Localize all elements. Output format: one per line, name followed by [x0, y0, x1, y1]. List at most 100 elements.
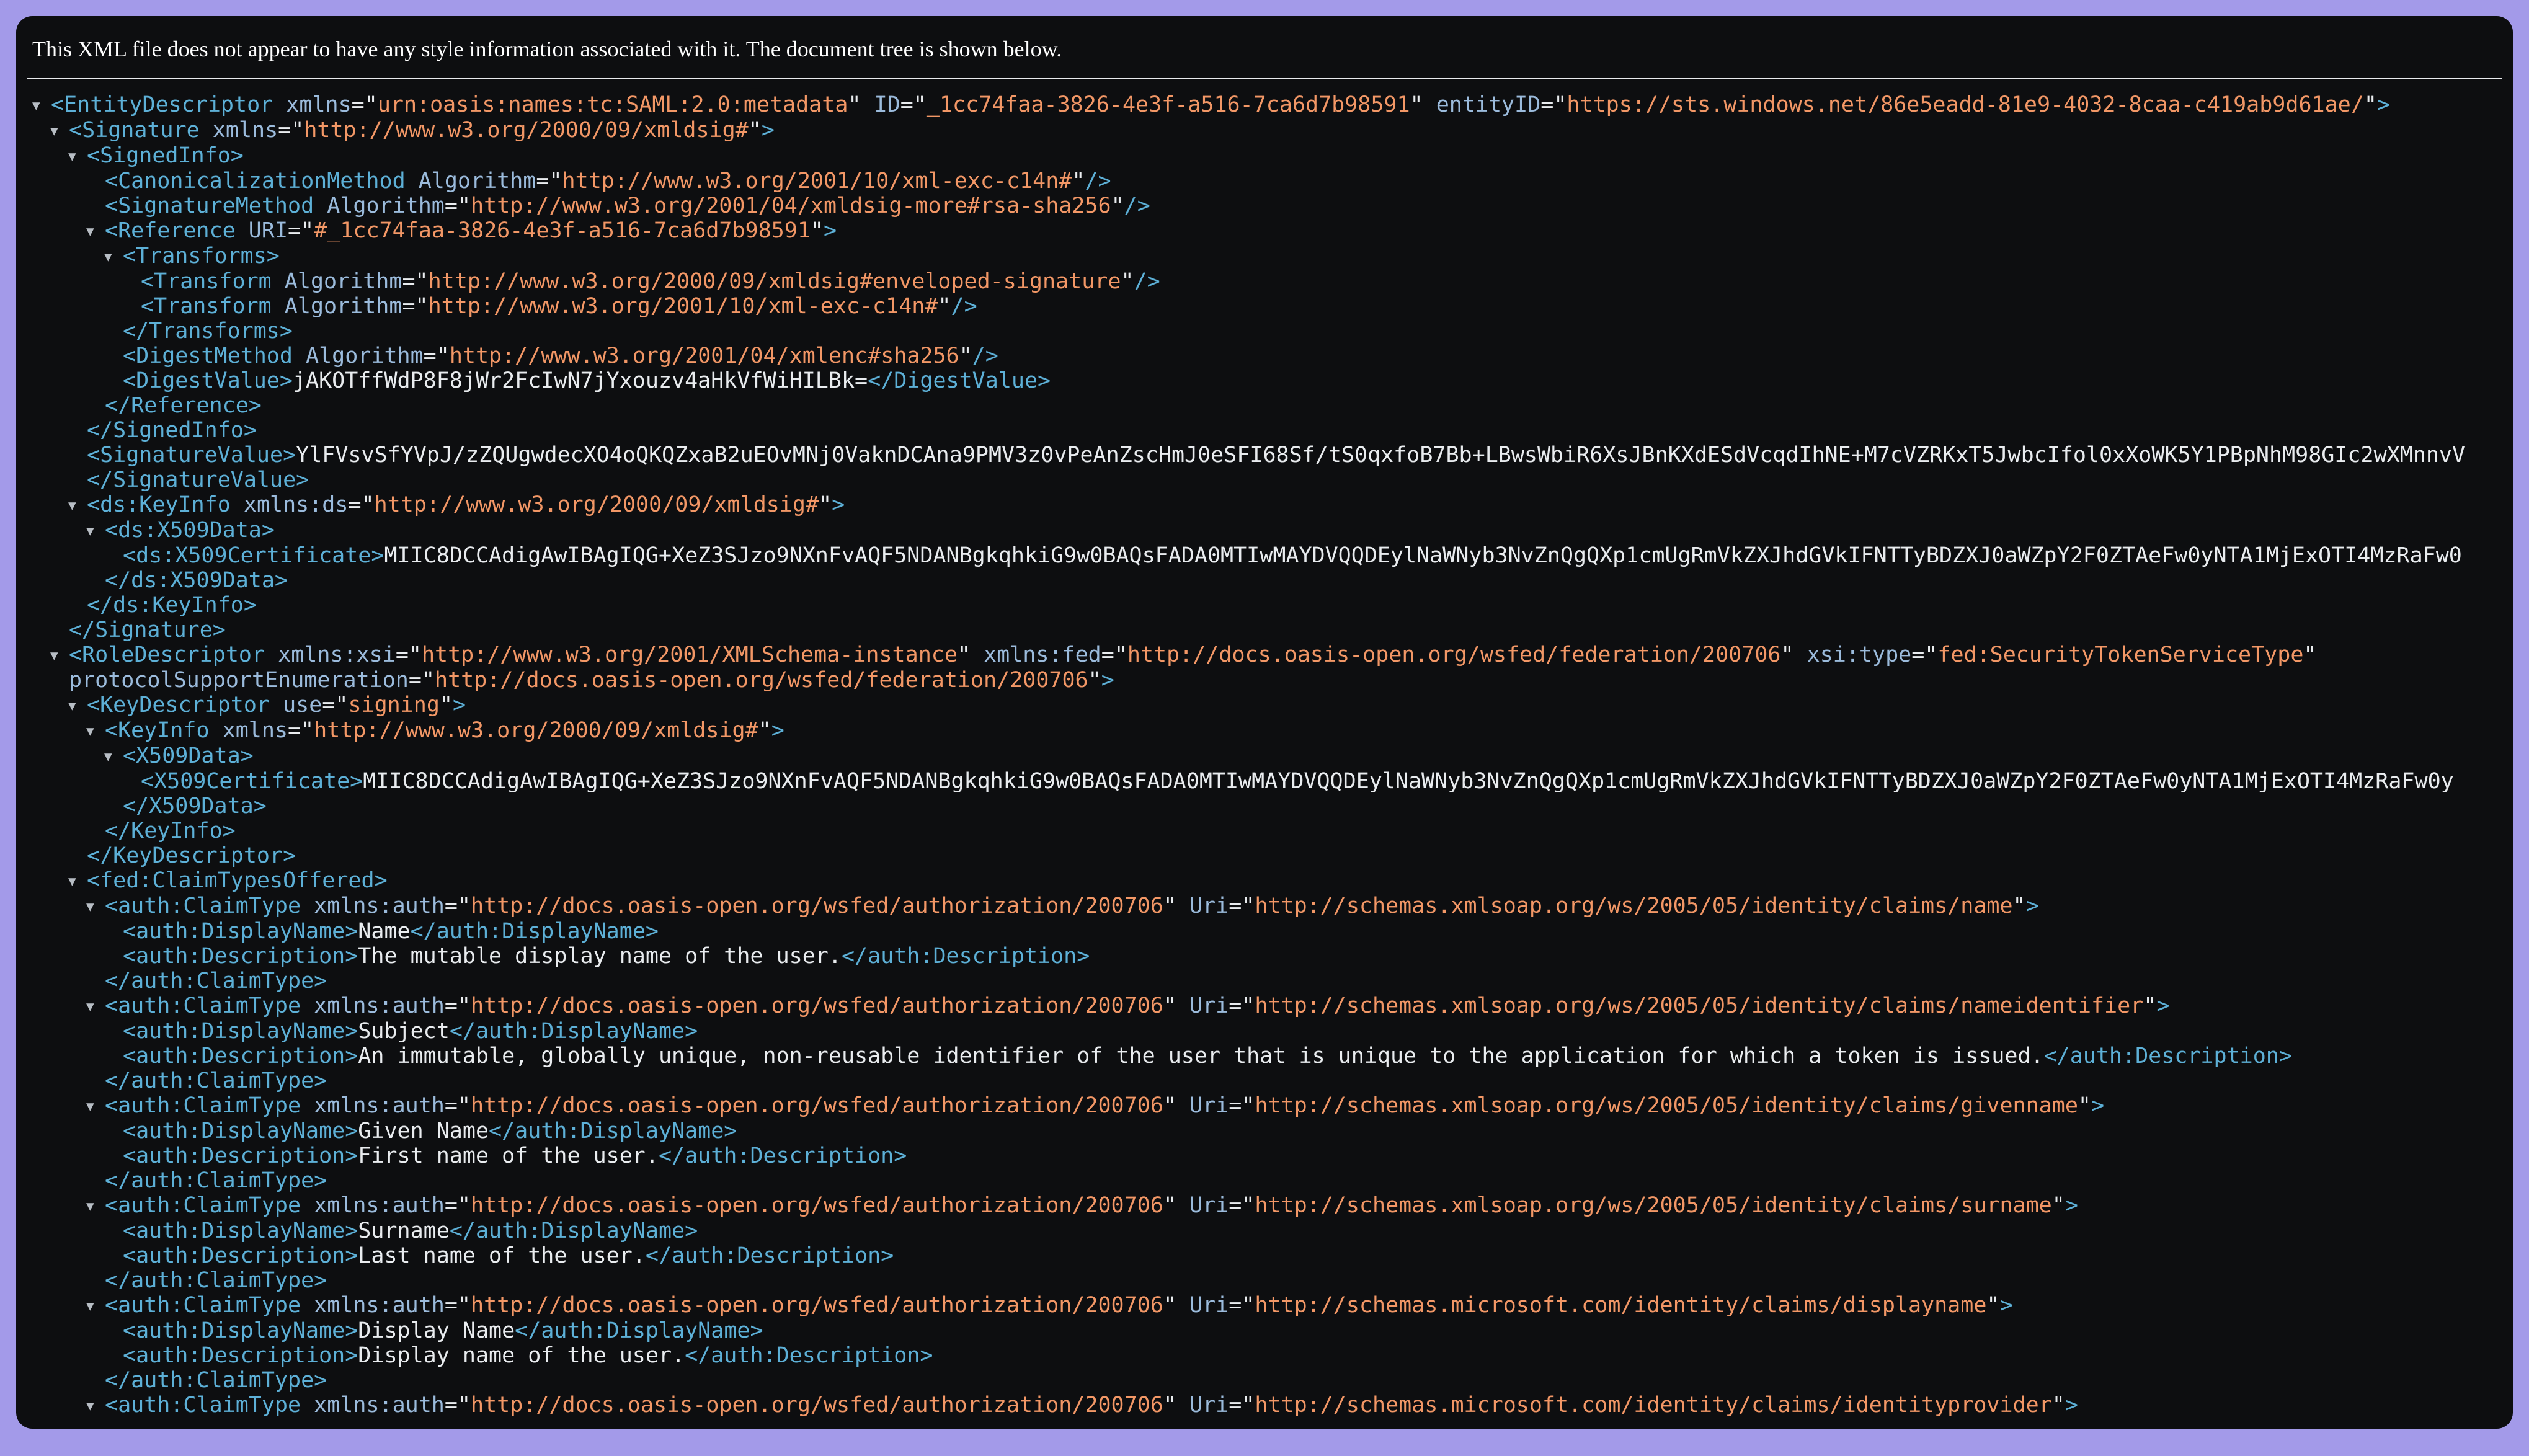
xml-attribute-value: http://www.w3.org/2000/09/xmldsig# — [304, 118, 748, 143]
xml-attribute-value: http://docs.oasis-open.org/wsfed/authori… — [471, 1193, 1163, 1218]
xml-attribute-value: http://www.w3.org/2001/10/xml-exc-c14n# — [562, 169, 1072, 193]
xml-punctuation: =" — [322, 693, 348, 717]
collapse-arrow-icon[interactable]: ▼ — [86, 994, 105, 1019]
xml-tag: <Transform — [141, 269, 285, 294]
xml-line: <auth:DisplayName>Given Name</auth:Displ… — [32, 1119, 2513, 1143]
xml-tag: </auth:Description> — [685, 1343, 933, 1368]
xml-attribute-value: http://docs.oasis-open.org/wsfed/authori… — [471, 1393, 1163, 1418]
xml-punctuation: " — [1163, 993, 1189, 1018]
xml-tag: </ds:KeyInfo> — [87, 593, 257, 618]
collapse-arrow-icon[interactable]: ▼ — [86, 518, 105, 543]
xml-punctuation: " — [1780, 642, 1807, 667]
xml-punctuation: =" — [1229, 1293, 1255, 1318]
collapse-arrow-icon[interactable]: ▼ — [86, 1194, 105, 1219]
xml-line: </ds:KeyInfo> — [32, 593, 2513, 618]
xml-viewer-header: This XML file does not appear to have an… — [16, 16, 2513, 63]
xml-line: </Signature> — [32, 618, 2513, 642]
no-style-message: This XML file does not appear to have an… — [32, 37, 1062, 61]
collapse-arrow-icon[interactable]: ▼ — [104, 744, 123, 769]
xml-tree[interactable]: ▼<EntityDescriptor xmlns="urn:oasis:name… — [16, 79, 2513, 1418]
xml-attribute-value: http://www.w3.org/2000/09/xmldsig# — [375, 492, 819, 517]
xml-punctuation: =" — [402, 294, 428, 319]
collapse-arrow-icon[interactable]: ▼ — [68, 869, 87, 894]
collapse-arrow-icon[interactable]: ▼ — [32, 93, 51, 118]
xml-attribute-value: http://docs.oasis-open.org/wsfed/federat… — [1127, 642, 1781, 667]
xml-attribute-name: URI — [249, 218, 288, 243]
collapse-arrow-icon[interactable]: ▼ — [86, 1393, 105, 1418]
xml-attribute-name: Algorithm — [285, 269, 402, 294]
xml-line: <DigestValue>jAKOTffWdP8F8jWr2FcIwN7jYxo… — [32, 368, 2513, 393]
xml-tag: > — [2065, 1393, 2078, 1418]
xml-tag: <X509Data> — [123, 744, 254, 768]
collapse-arrow-icon[interactable]: ▼ — [50, 118, 69, 143]
xml-line: ▼<Transforms> — [32, 244, 2513, 269]
collapse-arrow-icon[interactable]: ▼ — [104, 244, 123, 269]
xml-attribute-name: ID — [874, 92, 900, 117]
xml-line: </auth:ClaimType> — [32, 1168, 2513, 1193]
xml-tag: <auth:Description> — [123, 1343, 358, 1368]
collapse-arrow-icon[interactable]: ▼ — [50, 643, 69, 668]
xml-tag: <KeyDescriptor — [87, 693, 283, 717]
collapse-arrow-icon[interactable]: ▼ — [86, 1294, 105, 1318]
xml-attribute-value: https://sts.windows.net/86e5eadd-81e9-40… — [1567, 92, 2363, 117]
xml-text: The mutable display name of the user. — [358, 944, 842, 969]
xml-text: jAKOTffWdP8F8jWr2FcIwN7jYxouzv4aHkVfWiHI… — [293, 368, 868, 393]
xml-punctuation: =" — [1101, 642, 1127, 667]
collapse-arrow-icon[interactable]: ▼ — [86, 719, 105, 744]
xml-viewer-window: This XML file does not appear to have an… — [16, 16, 2513, 1429]
xml-punctuation: =" — [1540, 92, 1567, 117]
collapse-arrow-icon[interactable]: ▼ — [86, 219, 105, 244]
xml-attribute-name: xmlns:xsi — [278, 642, 396, 667]
collapse-arrow-icon[interactable]: ▼ — [86, 1094, 105, 1119]
xml-line: <SignatureMethod Algorithm="http://www.w… — [32, 193, 2513, 218]
xml-tag: </auth:DisplayName> — [411, 919, 659, 944]
xml-tag: <auth:ClaimType — [105, 1393, 314, 1418]
xml-line: ▼<auth:ClaimType xmlns:auth="http://docs… — [32, 1293, 2513, 1318]
xml-punctuation: =" — [288, 718, 314, 743]
xml-line: </auth:ClaimType> — [32, 1068, 2513, 1093]
collapse-arrow-icon[interactable]: ▼ — [68, 493, 87, 518]
xml-tag: </auth:ClaimType> — [105, 1368, 327, 1393]
xml-line: </KeyDescriptor> — [32, 843, 2513, 868]
collapse-arrow-icon[interactable]: ▼ — [68, 144, 87, 169]
xml-line: </auth:ClaimType> — [32, 1268, 2513, 1293]
collapse-arrow-icon[interactable]: ▼ — [68, 693, 87, 718]
xml-text: Last name of the user. — [358, 1243, 646, 1268]
xml-attribute-value: http://www.w3.org/2001/04/xmlenc#sha256 — [450, 344, 959, 368]
xml-attribute-value: fed:SecurityTokenServiceType — [1937, 642, 2303, 667]
xml-text: Display Name — [358, 1318, 515, 1343]
xml-tag: <auth:DisplayName> — [123, 919, 358, 944]
collapse-arrow-icon[interactable]: ▼ — [86, 894, 105, 919]
xml-tag: /> — [1134, 269, 1160, 294]
xml-tag: <EntityDescriptor — [51, 92, 286, 117]
xml-tag: </Signature> — [69, 618, 226, 642]
xml-attribute-value: http://schemas.xmlsoap.org/ws/2005/05/id… — [1255, 1193, 2051, 1218]
xml-line: ▼<fed:ClaimTypesOffered> — [32, 868, 2513, 894]
xml-line: ▼<KeyInfo xmlns="http://www.w3.org/2000/… — [32, 718, 2513, 744]
xml-line: ▼<auth:ClaimType xmlns:auth="http://docs… — [32, 894, 2513, 919]
xml-punctuation: =" — [1229, 993, 1255, 1018]
xml-tag: <auth:ClaimType — [105, 1193, 314, 1218]
xml-punctuation: " — [2303, 642, 2316, 667]
xml-tag: <auth:DisplayName> — [123, 1219, 358, 1243]
xml-punctuation: =" — [278, 118, 304, 143]
xml-tag: </X509Data> — [123, 794, 267, 819]
xml-text: MIIC8DCCAdigAwIBAgIQG+XeZ3SJzo9NXnFvAQF5… — [363, 769, 2453, 794]
xml-attribute-name: Algorithm — [419, 169, 536, 193]
xml-tag: <auth:DisplayName> — [123, 1318, 358, 1343]
xml-attribute-value: http://schemas.microsoft.com/identity/cl… — [1255, 1393, 2051, 1418]
xml-punctuation: " — [2078, 1093, 2091, 1118]
xml-tag: </auth:DisplayName> — [450, 1219, 698, 1243]
xml-attribute-name: xmlns:auth — [314, 1193, 445, 1218]
xml-punctuation: =" — [445, 1093, 471, 1118]
xml-punctuation: " — [819, 492, 832, 517]
xml-punctuation: " — [2364, 92, 2377, 117]
xml-tag: <fed:ClaimTypesOffered> — [87, 868, 388, 893]
xml-tag: </auth:Description> — [659, 1143, 907, 1168]
xml-line: </auth:ClaimType> — [32, 969, 2513, 993]
xml-line: <Transform Algorithm="http://www.w3.org/… — [32, 294, 2513, 319]
xml-tag: > — [453, 693, 466, 717]
xml-line: <auth:DisplayName>Subject</auth:DisplayN… — [32, 1019, 2513, 1044]
xml-tag: </auth:Description> — [2044, 1044, 2292, 1068]
xml-attribute-value: #_1cc74faa-3826-4e3f-a516-7ca6d7b98591 — [314, 218, 811, 243]
